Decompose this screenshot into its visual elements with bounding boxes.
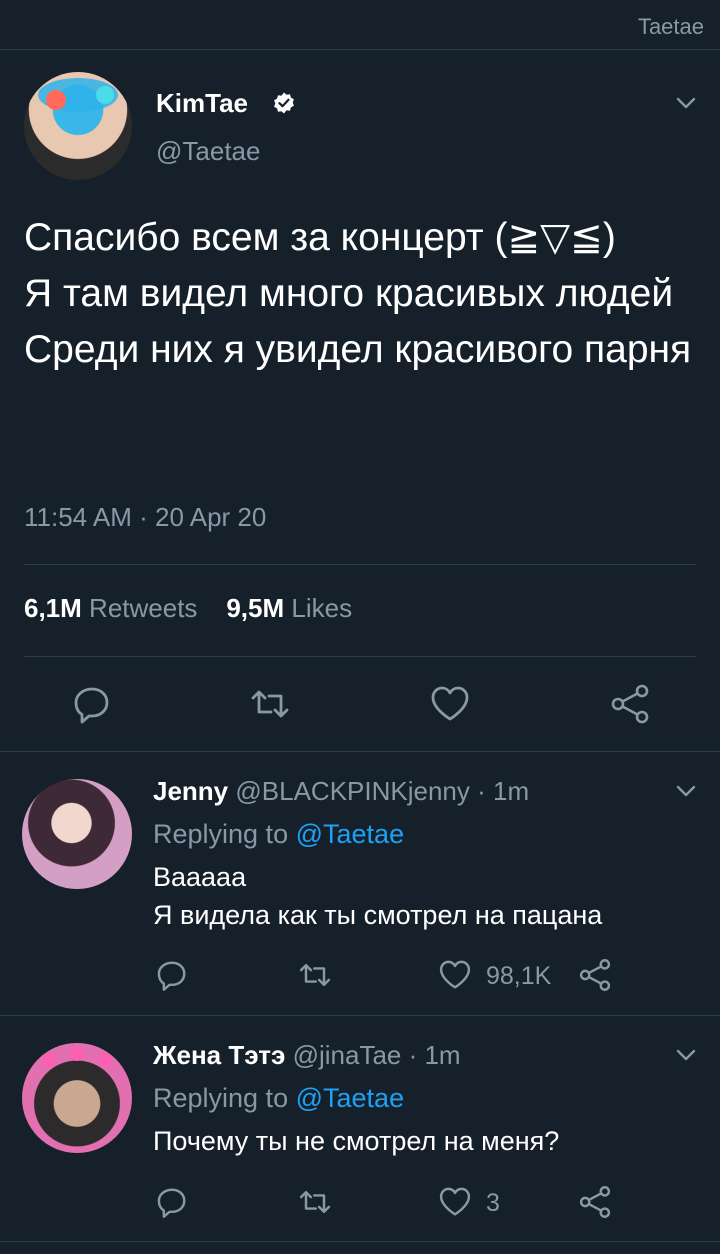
reply-tweet[interactable]: Jenny @BLACKPINKjenny · 1m Replying to @… <box>0 752 720 1016</box>
likes-label[interactable]: Likes <box>291 593 352 623</box>
chevron-down-icon[interactable] <box>673 1042 699 1068</box>
timestamp[interactable]: 11:54 AM · 20 Apr 20 <box>24 502 266 533</box>
likes-count[interactable]: 9,5M <box>226 593 284 623</box>
avatar[interactable] <box>24 72 132 180</box>
share-icon[interactable] <box>608 682 652 726</box>
like-icon[interactable] <box>437 1184 473 1220</box>
like-count: 3 <box>486 1189 500 1217</box>
display-name[interactable]: Jenny <box>153 776 228 806</box>
top-bar-title: Taetae <box>637 14 704 39</box>
main-tweet: KimTae @Taetae Спасибо всем за концерт (… <box>0 50 720 752</box>
replying-prefix: Replying to <box>153 1083 289 1113</box>
like-icon[interactable] <box>428 682 472 726</box>
avatar[interactable] <box>22 1043 132 1153</box>
handle-time[interactable]: @BLACKPINKjenny · 1m <box>235 776 529 806</box>
replying-to: Replying to @Taetae <box>153 819 404 850</box>
reply-tweet[interactable]: Жена Тэтэ @jinaTae · 1m Replying to @Tae… <box>0 1016 720 1242</box>
tweet-text: Спасибо всем за концерт (≧▽≦) Я там виде… <box>24 216 692 371</box>
share-icon[interactable] <box>577 1184 613 1220</box>
reply-text: Почему ты не смотрел на меня? <box>153 1126 560 1156</box>
top-bar: Taetae <box>0 0 720 50</box>
divider <box>24 656 696 657</box>
mention-link[interactable]: @Taetae <box>296 1083 404 1113</box>
divider <box>24 564 696 565</box>
verified-badge-icon <box>272 91 296 115</box>
replying-to: Replying to @Taetae <box>153 1083 404 1114</box>
retweet-icon[interactable] <box>297 1184 333 1220</box>
chevron-down-icon[interactable] <box>673 90 699 116</box>
reply-icon[interactable] <box>154 1184 190 1220</box>
retweets-label[interactable]: Retweets <box>89 593 197 623</box>
engagement-stats: 6,1M Retweets 9,5M Likes <box>24 593 352 624</box>
reply-icon[interactable] <box>154 957 190 993</box>
replying-prefix: Replying to <box>153 819 289 849</box>
handle-time[interactable]: @jinaTae · 1m <box>293 1040 461 1070</box>
chevron-down-icon[interactable] <box>673 778 699 804</box>
reply-icon[interactable] <box>70 682 114 726</box>
retweet-icon[interactable] <box>248 682 292 726</box>
display-name[interactable]: Жена Тэтэ <box>153 1040 285 1070</box>
retweets-count[interactable]: 6,1M <box>24 593 82 623</box>
retweet-icon[interactable] <box>297 957 333 993</box>
reply-text: Вааааа Я видела как ты смотрел на пацана <box>153 862 603 930</box>
avatar[interactable] <box>22 779 132 889</box>
handle[interactable]: @Taetae <box>156 136 260 167</box>
like-icon[interactable] <box>437 957 473 993</box>
share-icon[interactable] <box>577 957 613 993</box>
mention-link[interactable]: @Taetae <box>296 819 404 849</box>
like-count: 98,1K <box>486 962 552 990</box>
display-name[interactable]: KimTae <box>156 88 248 119</box>
